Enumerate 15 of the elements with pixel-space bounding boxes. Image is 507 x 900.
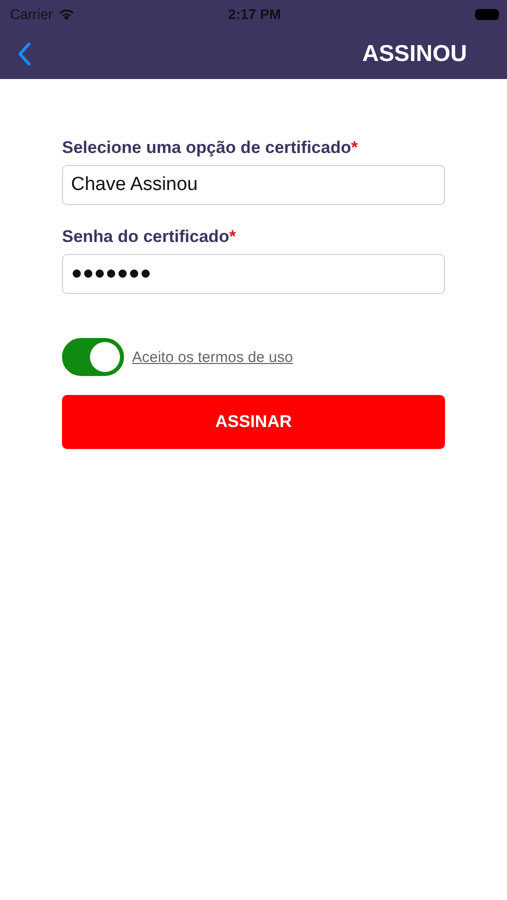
terms-link[interactable]: Aceito os termos de uso <box>132 348 293 366</box>
required-mark: * <box>229 227 236 246</box>
battery-icon <box>474 8 499 20</box>
field-label: Senha do certificado <box>62 227 230 246</box>
input-field[interactable]: Chave Assinou <box>62 165 445 205</box>
back-icon[interactable] <box>17 42 31 66</box>
wifi-icon <box>58 8 75 20</box>
status-time: 2:17 PM <box>228 6 281 22</box>
nav-title: ASSINOU <box>362 40 467 67</box>
carrier-name: Carrier <box>10 6 53 22</box>
toggle-switch[interactable] <box>62 338 124 376</box>
input-field[interactable]: ●●●●●●● <box>62 254 445 294</box>
sign-button[interactable]: ASSINAR <box>62 395 445 449</box>
field-label: Selecione uma opção de certificado <box>62 138 352 157</box>
required-mark: * <box>351 138 358 157</box>
